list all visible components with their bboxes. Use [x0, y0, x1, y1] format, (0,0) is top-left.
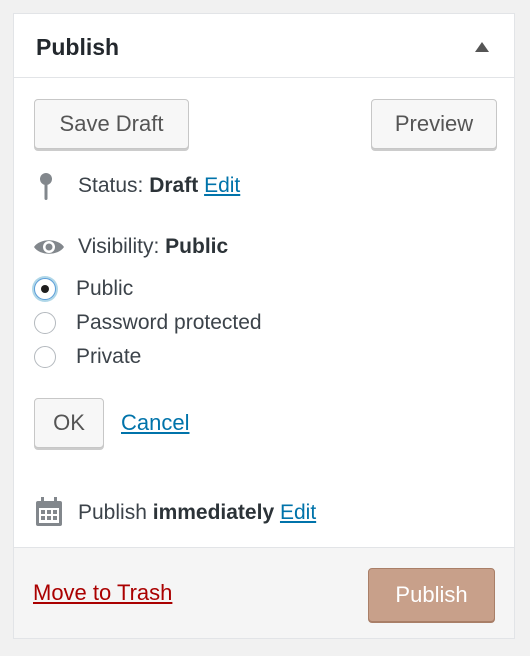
calendar-icon — [35, 497, 63, 532]
radio-button-public[interactable] — [34, 278, 56, 300]
publish-button[interactable]: Publish — [368, 568, 495, 622]
publish-panel: Publish Save Draft Preview Status: Draft… — [13, 13, 515, 639]
status-edit-link[interactable]: Edit — [204, 174, 240, 197]
radio-option-password[interactable]: Password protected — [34, 311, 262, 335]
schedule-edit-link[interactable]: Edit — [280, 501, 316, 524]
radio-label-password: Password protected — [76, 311, 262, 334]
radio-label-public: Public — [76, 277, 134, 300]
panel-header[interactable]: Publish — [14, 14, 514, 78]
eye-icon — [33, 236, 65, 263]
status-label: Status: — [78, 174, 144, 197]
radio-button-password[interactable] — [34, 312, 56, 334]
panel-footer: Move to Trash Publish — [14, 547, 514, 638]
visibility-row: Visibility: Public — [78, 235, 228, 259]
cancel-link[interactable]: Cancel — [121, 410, 189, 436]
schedule-value: immediately — [152, 501, 275, 524]
ok-button[interactable]: OK — [34, 398, 104, 448]
status-row: Status: Draft Edit — [78, 174, 240, 198]
schedule-row: Publish immediately Edit — [78, 501, 316, 525]
status-value: Draft — [149, 174, 199, 197]
radio-button-private[interactable] — [34, 346, 56, 368]
panel-title: Publish — [36, 34, 120, 60]
radio-label-private: Private — [76, 345, 142, 368]
collapse-toggle-icon[interactable] — [475, 42, 489, 52]
save-draft-button[interactable]: Save Draft — [34, 99, 189, 149]
visibility-value: Public — [165, 235, 229, 258]
pin-icon — [39, 172, 53, 207]
visibility-label: Visibility: — [78, 235, 160, 258]
radio-option-public[interactable]: Public — [34, 277, 133, 301]
move-to-trash-link[interactable]: Move to Trash — [33, 580, 172, 606]
radio-option-private[interactable]: Private — [34, 345, 141, 369]
schedule-label: Publish — [78, 501, 147, 524]
preview-button[interactable]: Preview — [371, 99, 497, 149]
